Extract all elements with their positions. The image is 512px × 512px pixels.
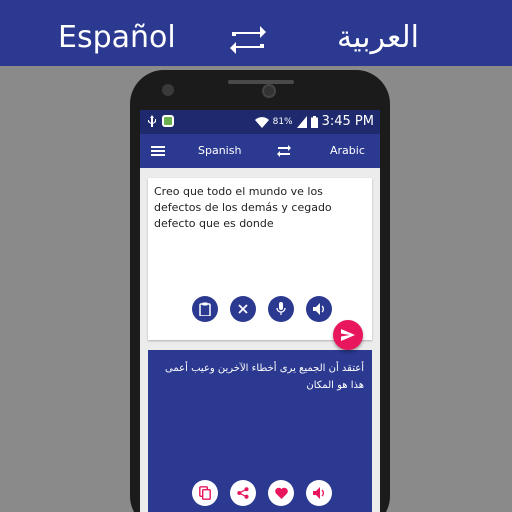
translated-text: أعتقد أن الجميع يرى أخطاء الآخرين وعيب أ… [165, 363, 364, 391]
app-screen: 81% 3:45 PM Spanish Arabic Creo que todo… [140, 110, 380, 512]
paste-icon [199, 302, 211, 316]
microphone-icon [276, 302, 286, 315]
usb-icon [148, 115, 156, 127]
app-notification-icon [162, 115, 174, 127]
signal-icon [296, 116, 307, 128]
banner-source-language: Español [58, 20, 176, 55]
send-icon [341, 329, 355, 341]
voice-input-button[interactable] [268, 296, 294, 322]
favorite-button[interactable] [268, 480, 294, 506]
swap-arrows-icon [230, 26, 266, 54]
source-language-selector[interactable]: Spanish [198, 144, 241, 157]
promo-banner: Español العربية [0, 0, 512, 66]
status-time: 3:45 PM [321, 114, 374, 129]
wifi-icon [254, 117, 269, 128]
phone-sensor [162, 84, 174, 96]
source-text-input[interactable]: Creo que todo el mundo ve los defectos d… [154, 184, 364, 232]
swap-languages-button[interactable] [276, 143, 292, 159]
copy-button[interactable] [192, 480, 218, 506]
battery-percent: 81% [272, 117, 293, 127]
speak-source-button[interactable] [306, 296, 332, 322]
output-card: أعتقد أن الجميع يرى أخطاء الآخرين وعيب أ… [148, 350, 372, 512]
favorite-icon [274, 487, 288, 499]
share-button[interactable] [230, 480, 256, 506]
status-bar: 81% 3:45 PM [140, 110, 380, 134]
battery-icon [310, 116, 318, 128]
paste-button[interactable] [192, 296, 218, 322]
speaker-icon [312, 303, 324, 315]
banner-target-language: العربية [337, 20, 419, 55]
share-icon [237, 487, 249, 499]
phone-camera [262, 84, 276, 98]
speaker-icon [312, 487, 324, 499]
input-card: Creo que todo el mundo ve los defectos d… [148, 178, 372, 340]
phone-frame: 81% 3:45 PM Spanish Arabic Creo que todo… [130, 70, 390, 512]
target-language-selector[interactable]: Arabic [330, 144, 365, 157]
phone-speaker [228, 80, 294, 84]
app-toolbar: Spanish Arabic [140, 134, 380, 168]
translate-button[interactable] [333, 320, 363, 350]
clear-button[interactable] [230, 296, 256, 322]
copy-icon [199, 486, 211, 500]
speak-translation-button[interactable] [306, 480, 332, 506]
clear-icon [238, 304, 248, 314]
hamburger-menu-icon[interactable] [150, 143, 166, 159]
